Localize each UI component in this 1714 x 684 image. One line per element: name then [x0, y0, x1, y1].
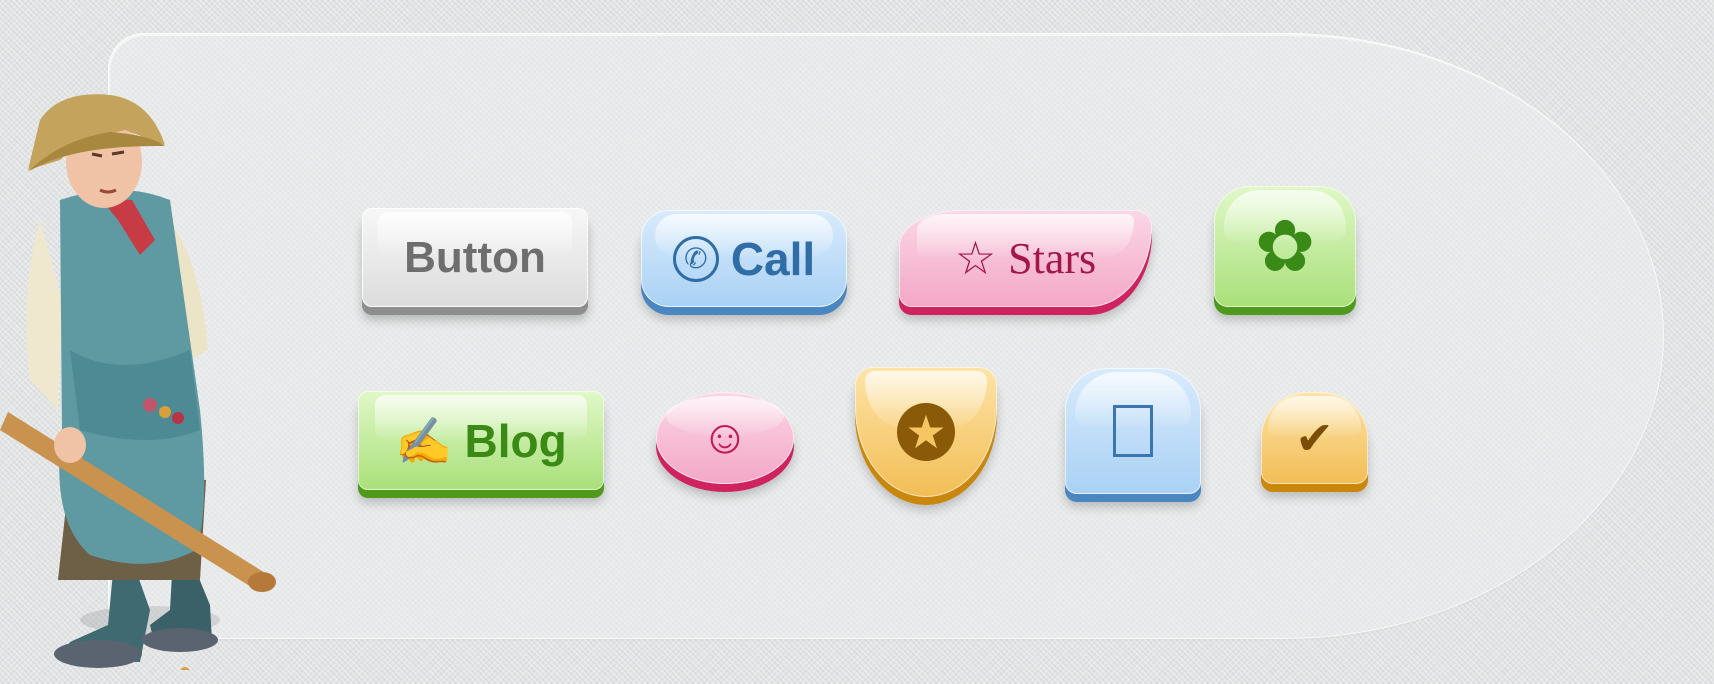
star-badge-icon: ★: [897, 403, 955, 461]
button-label: Button: [404, 232, 546, 282]
star-icon: ☆: [954, 232, 997, 284]
blog-button[interactable]: ✍ Blog: [358, 391, 604, 490]
call-label: Call: [730, 232, 816, 285]
check-button[interactable]: ✔: [1261, 392, 1368, 484]
stars-button[interactable]: ☆ Stars: [899, 210, 1152, 307]
flower-icon: ✿: [1254, 206, 1316, 287]
pen-icon: ✍: [395, 414, 453, 467]
button-button[interactable]: Button: [362, 208, 588, 307]
stars-label: Stars: [1008, 234, 1097, 283]
blog-label: Blog: [464, 414, 567, 467]
smiley-button[interactable]: ☺: [656, 392, 794, 484]
vintage-boy-illustration: [0, 94, 276, 670]
smiley-icon: ☺: [700, 411, 750, 464]
checkmark-icon: ✔: [1295, 412, 1334, 464]
empty-box-icon: [1113, 405, 1153, 457]
box-button[interactable]: [1065, 368, 1201, 494]
flower-button[interactable]: ✿: [1214, 186, 1356, 307]
button-showcase-panel: [108, 33, 1664, 639]
phone-icon: ✆: [672, 235, 719, 282]
call-button[interactable]: ✆ Call: [641, 210, 847, 307]
